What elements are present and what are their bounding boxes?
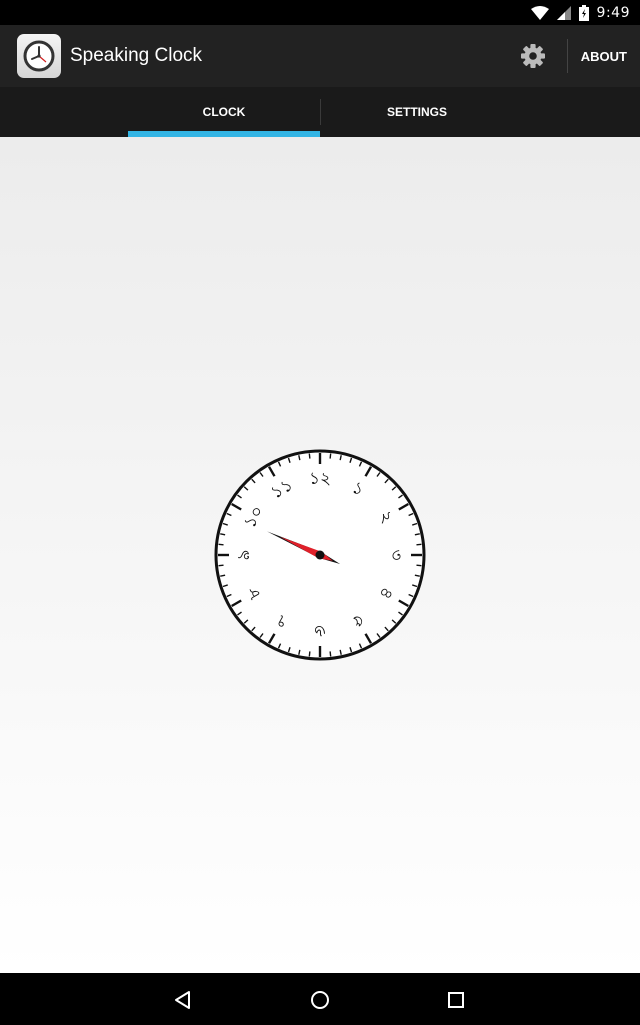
back-icon[interactable] (168, 985, 198, 1015)
clock-numeral: ১২ (309, 469, 331, 489)
tab-settings[interactable]: SETTINGS (321, 87, 513, 137)
clock-minute-tick (329, 651, 332, 657)
clock-numeral: ৬ (314, 621, 325, 641)
clock-minute-tick (218, 564, 224, 567)
status-time: 9:49 (596, 4, 630, 21)
clock-minute-tick (218, 543, 224, 546)
clock-hub (315, 550, 325, 560)
app-clock-icon[interactable] (17, 34, 61, 78)
action-bar: Speaking Clock ABOUT (0, 25, 640, 87)
clock-minute-tick (308, 453, 311, 459)
recents-icon[interactable] (441, 985, 471, 1015)
nav-bar (0, 973, 640, 1025)
app-title: Speaking Clock (70, 45, 203, 66)
clock-content: ১২ ১ ২ ৩ ৪ ৫ ৬ ৭ ৮ ৯ ১০ ১১ (0, 137, 640, 973)
battery-icon (578, 4, 589, 21)
signal-icon (556, 5, 571, 20)
home-icon[interactable] (305, 985, 335, 1015)
wifi-icon (530, 5, 549, 20)
gear-icon[interactable] (511, 34, 555, 78)
clock-minute-tick (416, 543, 422, 546)
analog-clock: ১২ ১ ২ ৩ ৪ ৫ ৬ ৭ ৮ ৯ ১০ ১১ (212, 447, 428, 663)
clock-numeral: ৯ (234, 549, 254, 560)
about-button[interactable]: ABOUT (568, 25, 640, 87)
tab-clock[interactable]: CLOCK (128, 87, 320, 137)
clock-numeral: ৩ (386, 549, 406, 560)
clock-minute-tick (329, 453, 332, 459)
clock-minute-tick (308, 651, 311, 657)
status-bar: 9:49 (0, 0, 640, 25)
tab-bar: CLOCK SETTINGS (0, 87, 640, 137)
clock-minute-tick (416, 564, 422, 567)
clock-face: ১২ ১২৩৪৫৬৭৮৯১০১১ (214, 449, 426, 661)
